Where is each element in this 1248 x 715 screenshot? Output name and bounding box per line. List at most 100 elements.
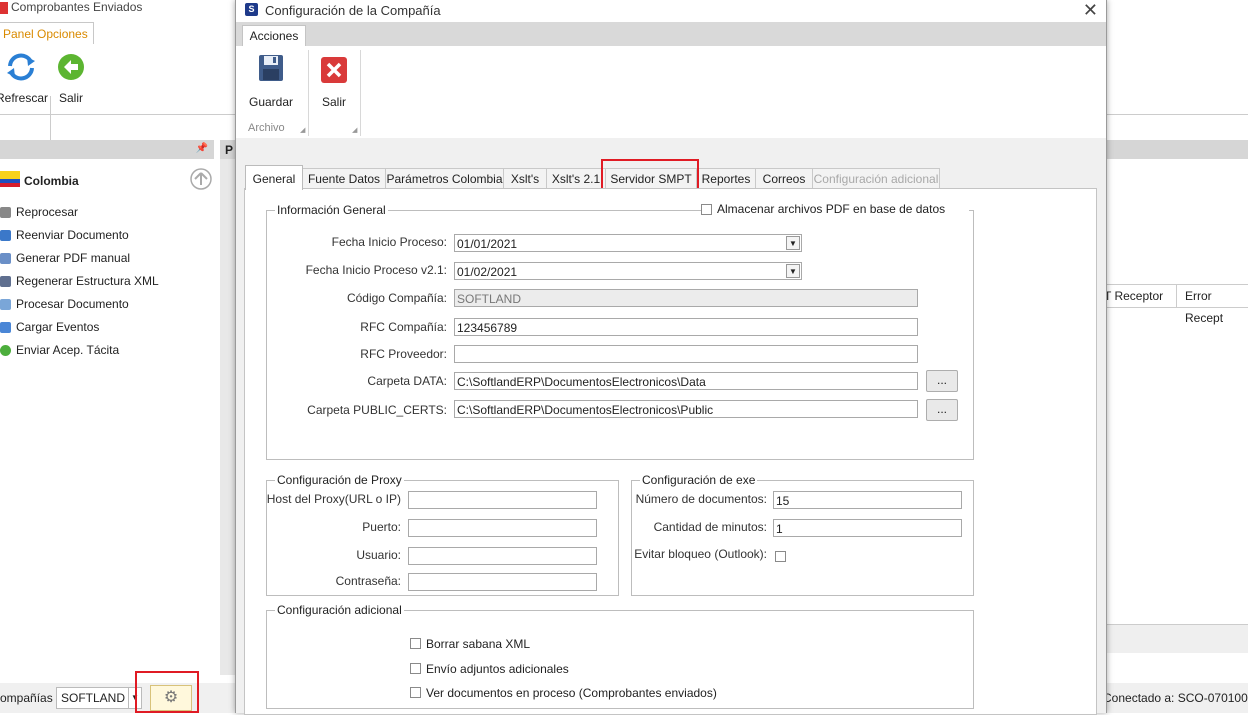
additional-legend: Configuración adicional <box>277 603 402 617</box>
minutes-label: Cantidad de minutos: <box>653 520 767 534</box>
company-header: Colombia <box>0 168 214 196</box>
right-panel-header <box>1104 140 1248 159</box>
proxy-password-field[interactable] <box>408 573 597 591</box>
group-expander-icon[interactable]: ◢ <box>352 126 357 134</box>
tab-general[interactable]: General <box>245 165 303 190</box>
chevron-down-icon[interactable]: ▼ <box>786 236 800 250</box>
minutes-field[interactable]: 1 <box>773 519 962 537</box>
borrar-sabana-label: Borrar sabana XML <box>426 637 531 651</box>
dialog-exit-button[interactable]: Salir <box>314 52 354 112</box>
item-label: Reprocesar <box>16 205 79 219</box>
dialog-title-bar: S Configuración de la Compañía ✕ <box>236 0 1106 22</box>
list-item-generar-pdf[interactable]: Generar PDF manual <box>0 248 214 271</box>
fecha-inicio-v21-value: 01/02/2021 <box>457 265 518 279</box>
action-list: Reprocesar Reenviar Documento Generar PD… <box>0 202 214 363</box>
carpeta-certs-field[interactable]: C:\SoftlandERP\DocumentosElectronicos\Pu… <box>454 400 918 418</box>
dialog-ribbon: Guardar Archivo Salir ◢ ◢ <box>236 46 1106 139</box>
browse-data-button[interactable]: ... <box>926 370 958 392</box>
list-item-cargar-eventos[interactable]: Cargar Eventos <box>0 317 214 340</box>
xml-icon <box>0 276 11 287</box>
company-select-value: SOFTLAND <box>61 691 126 705</box>
ver-documentos-checkbox[interactable] <box>410 687 421 698</box>
refresh-label: Refrescar <box>0 91 48 105</box>
browse-certs-button[interactable]: ... <box>926 399 958 421</box>
proxy-port-field[interactable] <box>408 519 597 537</box>
list-item-procesar[interactable]: Procesar Documento <box>0 294 214 317</box>
tab-configuracion-adicional: Configuración adicional <box>812 168 940 189</box>
num-docs-field[interactable]: 15 <box>773 491 962 509</box>
dialog-title: Configuración de la Compañía <box>265 3 441 18</box>
chevron-down-icon[interactable]: ▼ <box>786 264 800 278</box>
fecha-inicio-v21-select[interactable]: 01/02/2021 ▼ <box>454 262 802 280</box>
bg-exit-button[interactable]: Salir <box>54 50 88 108</box>
save-label: Guardar <box>248 95 294 109</box>
list-item-enviar-acep[interactable]: Enviar Acep. Tácita <box>0 340 214 363</box>
grid-footer <box>1104 624 1248 653</box>
rfc-compania-label: RFC Compañía: <box>360 320 447 334</box>
item-label: Procesar Documento <box>16 297 129 311</box>
num-docs-label: Número de documentos: <box>635 492 767 506</box>
grid-header: T Receptor Error Recept <box>1104 284 1248 325</box>
fecha-inicio-select[interactable]: 01/01/2021 ▼ <box>454 234 802 252</box>
borrar-sabana-checkbox[interactable] <box>410 638 421 649</box>
group-expander-icon[interactable]: ◢ <box>300 126 305 134</box>
tab-parametros-colombia[interactable]: Parámetros Colombia <box>385 168 504 189</box>
item-label: Cargar Eventos <box>16 320 100 334</box>
exe-legend: Configuración de exe <box>642 473 756 487</box>
colombia-flag-icon <box>0 171 20 187</box>
company-select[interactable]: SOFTLAND ▼ <box>56 687 142 709</box>
close-red-icon <box>321 57 347 83</box>
codigo-field: SOFTLAND <box>454 289 918 307</box>
tab-reportes[interactable]: Reportes <box>696 168 756 189</box>
bg-exit-label: Salir <box>58 91 83 105</box>
fecha-inicio-value: 01/01/2021 <box>457 237 518 251</box>
collapse-up-icon[interactable] <box>190 168 212 190</box>
fecha-inicio-label: Fecha Inicio Proceso: <box>331 235 447 249</box>
store-pdf-checkbox[interactable] <box>701 204 712 215</box>
envio-adjuntos-checkbox[interactable] <box>410 663 421 674</box>
pin-icon[interactable]: 📌 <box>196 143 208 154</box>
carpeta-certs-label: Carpeta PUBLIC_CERTS: <box>307 403 447 417</box>
list-item-reprocesar[interactable]: Reprocesar <box>0 202 214 225</box>
general-tab-panel: Información General Almacenar archivos P… <box>244 188 1097 715</box>
ribbon-group-separator <box>308 50 309 136</box>
config-dialog: S Configuración de la Compañía ✕ Accione… <box>235 0 1107 715</box>
store-pdf-label: Almacenar archivos PDF en base de datos <box>717 202 946 216</box>
ver-documentos-label: Ver documentos en proceso (Comprobantes … <box>426 686 717 700</box>
list-item-regenerar-xml[interactable]: Regenerar Estructura XML <box>0 271 214 294</box>
ribbon-group-separator <box>360 50 361 136</box>
rfc-compania-field[interactable]: 123456789 <box>454 318 918 336</box>
dialog-exit-label: Salir <box>321 95 346 109</box>
tab-panel-opciones[interactable]: Panel Opciones <box>0 22 94 46</box>
app-icon <box>0 2 8 14</box>
store-pdf-option[interactable]: Almacenar archivos PDF en base de datos <box>701 201 969 217</box>
info-general-legend: Información General <box>277 203 386 217</box>
rfc-proveedor-field[interactable] <box>454 345 918 363</box>
companies-label: ompañías <box>0 691 53 705</box>
proxy-host-label: Host del Proxy(URL o IP) <box>266 492 401 506</box>
column-error-receptor[interactable]: Error Recept <box>1176 285 1248 325</box>
close-icon[interactable]: ✕ <box>1083 0 1098 21</box>
left-panel-header: 📌 <box>0 140 214 159</box>
rfc-proveedor-label: RFC Proveedor: <box>360 347 447 361</box>
resend-icon <box>0 230 11 241</box>
tab-correos[interactable]: Correos <box>755 168 813 189</box>
events-icon <box>0 322 11 333</box>
tab-fuente-datos[interactable]: Fuente Datos <box>302 168 386 189</box>
proxy-host-field[interactable] <box>408 491 597 509</box>
tab-xslts-21[interactable]: Xslt's 2.1 <box>546 168 606 189</box>
carpeta-data-field[interactable]: C:\SoftlandERP\DocumentosElectronicos\Da… <box>454 372 918 390</box>
save-button[interactable]: Guardar <box>246 52 296 112</box>
column-receptor[interactable]: T Receptor <box>1104 289 1163 303</box>
proxy-user-field[interactable] <box>408 547 597 565</box>
tab-acciones[interactable]: Acciones <box>242 25 306 47</box>
list-item-reenviar[interactable]: Reenviar Documento <box>0 225 214 248</box>
refresh-button[interactable]: Refrescar <box>0 50 50 108</box>
back-arrow-icon <box>58 54 84 80</box>
tab-xslts[interactable]: Xslt's <box>503 168 547 189</box>
envio-adjuntos-label: Envío adjuntos adicionales <box>426 662 569 676</box>
floppy-disk-icon <box>259 55 283 81</box>
proxy-legend: Configuración de Proxy <box>277 473 402 487</box>
dialog-ribbon-tabs: Acciones <box>236 22 1106 47</box>
avoid-lock-checkbox[interactable] <box>775 551 786 562</box>
